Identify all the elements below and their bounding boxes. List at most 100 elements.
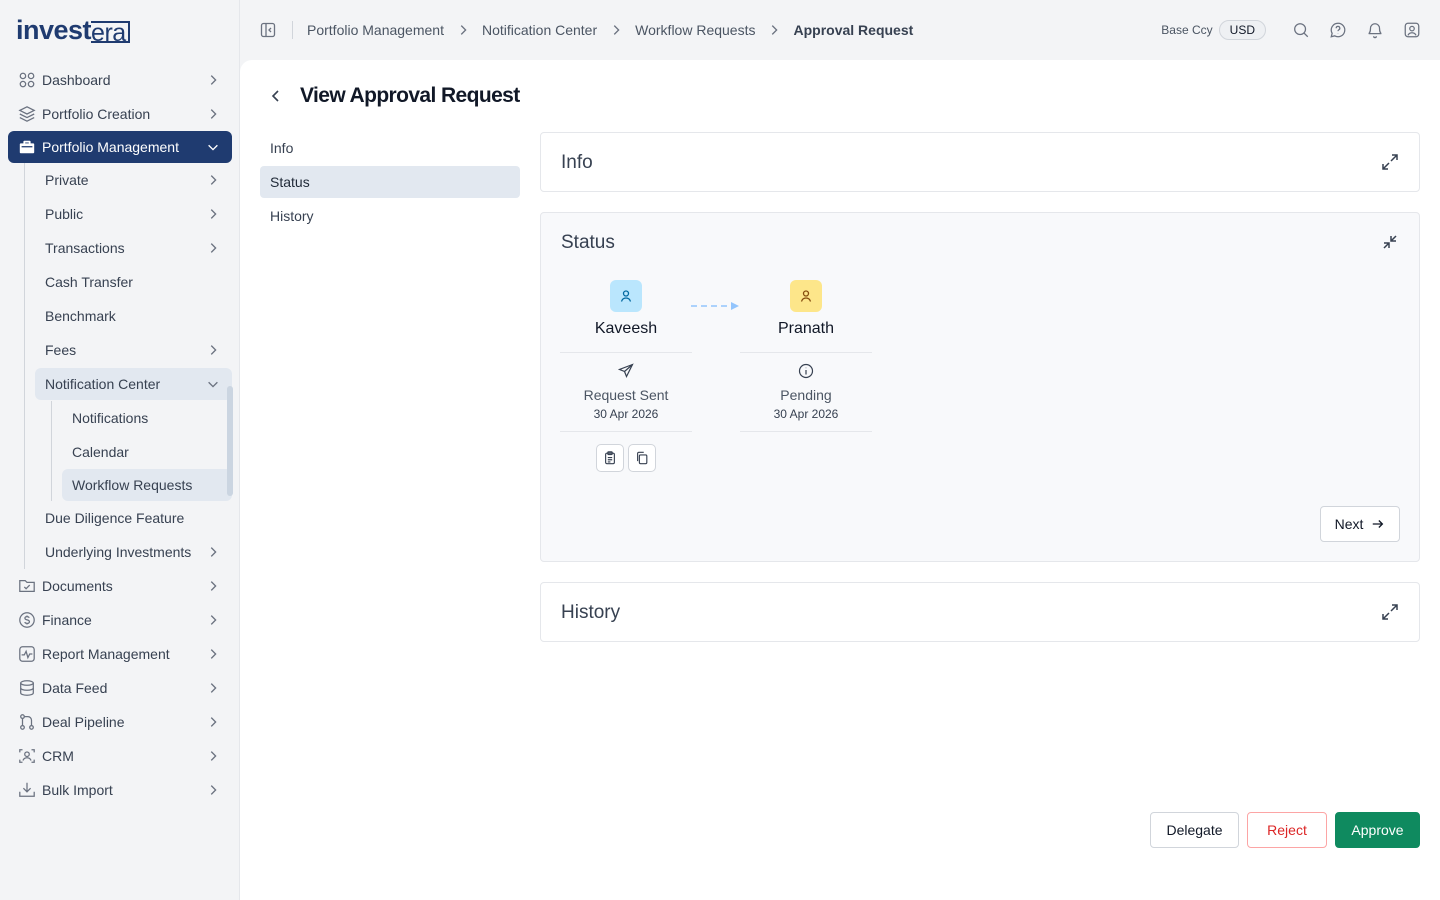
chevron-right-icon — [613, 25, 620, 35]
chevron-right-icon — [210, 785, 217, 795]
info-card: Info — [540, 132, 1420, 192]
breadcrumb-approval-request: Approval Request — [793, 22, 914, 38]
avatar — [790, 280, 822, 312]
sidebar-item-deal-pipeline[interactable]: Deal Pipeline — [8, 705, 232, 739]
approver-name: Kaveesh — [594, 320, 658, 337]
chevron-right-icon — [210, 683, 217, 693]
layers-icon — [18, 106, 36, 122]
expand-icon[interactable] — [1381, 603, 1399, 621]
breadcrumb-notification-center[interactable]: Notification Center — [482, 22, 597, 38]
investera-logo[interactable]: invest era — [16, 14, 130, 46]
breadcrumb-workflow-requests[interactable]: Workflow Requests — [635, 22, 755, 38]
sidebar-item-label: Dashboard — [42, 72, 111, 88]
chevron-right-icon — [210, 109, 217, 119]
section-tabs: Info Status History — [260, 132, 520, 234]
sidebar-item-workflow-requests[interactable]: Workflow Requests — [62, 469, 232, 501]
sidebar-item-fees[interactable]: Fees — [35, 333, 232, 367]
chevron-right-icon — [460, 25, 467, 35]
sidebar-item-report-management[interactable]: Report Management — [8, 637, 232, 671]
database-icon — [20, 680, 34, 696]
sidebar-item-bulk-import[interactable]: Bulk Import — [8, 773, 232, 807]
user-account-icon[interactable] — [1403, 21, 1421, 39]
next-button[interactable]: Next — [1320, 506, 1400, 542]
sidebar-item-dashboard[interactable]: Dashboard — [8, 63, 232, 97]
arrow-right-icon — [1373, 520, 1384, 528]
chevron-right-icon — [210, 717, 217, 727]
briefcase-icon — [19, 140, 35, 154]
bell-icon[interactable] — [1366, 21, 1384, 39]
divider — [560, 352, 692, 353]
back-arrow-icon[interactable] — [268, 88, 284, 104]
sidebar-item-benchmark[interactable]: Benchmark — [35, 299, 232, 333]
info-card-title: Info — [561, 152, 593, 173]
sidebar-item-underlying-investments[interactable]: Underlying Investments — [35, 535, 232, 569]
approve-button[interactable]: Approve — [1335, 812, 1420, 848]
history-card-title: History — [561, 602, 621, 623]
sidebar-item-label: Cash Transfer — [45, 274, 133, 290]
page-title: View Approval Request — [300, 84, 520, 107]
tab-history[interactable]: History — [260, 200, 520, 232]
chevron-right-icon — [210, 209, 217, 219]
clipboard-icon — [605, 451, 615, 465]
reject-button[interactable]: Reject — [1247, 812, 1327, 848]
sidebar-toggle-icon[interactable] — [260, 22, 276, 38]
sidebar-item-documents[interactable]: Documents — [8, 569, 232, 603]
step-status: Request Sent — [583, 387, 669, 403]
search-icon[interactable] — [1292, 21, 1310, 39]
sidebar-item-finance[interactable]: Finance — [8, 603, 232, 637]
sidebar-item-label: Due Diligence Feature — [45, 510, 185, 526]
collapse-icon[interactable] — [1381, 233, 1399, 251]
approval-step-pranath: Pranath Pending 30 Apr 2026 — [740, 280, 872, 432]
sidebar-item-portfolio-management[interactable]: Portfolio Management — [8, 131, 232, 163]
portfolio-management-submenu: Private Public Transactions Cash Transfe… — [24, 163, 232, 569]
divider — [740, 431, 872, 432]
base-currency-selector[interactable]: USD — [1218, 20, 1266, 40]
chevron-down-icon — [208, 144, 218, 151]
expand-icon[interactable] — [1381, 153, 1399, 171]
chat-help-icon[interactable] — [1329, 21, 1347, 39]
chevron-down-icon — [208, 381, 218, 388]
divider — [292, 21, 293, 39]
sidebar-item-label: Documents — [42, 578, 113, 594]
sidebar-item-label: Finance — [42, 612, 92, 628]
breadcrumb-portfolio-management[interactable]: Portfolio Management — [307, 22, 444, 38]
sidebar-scrollbar[interactable] — [227, 386, 233, 496]
sidebar-item-label: Public — [45, 206, 84, 222]
sidebar-item-label: Fees — [45, 342, 77, 358]
sidebar-item-notification-center[interactable]: Notification Center — [35, 368, 232, 400]
sidebar: invest era Dashboard Portfolio Creation P… — [0, 0, 240, 900]
view-comments-button[interactable] — [596, 444, 624, 472]
notification-center-submenu: Notifications Calendar Workflow Requests — [51, 401, 232, 501]
sidebar-item-notifications[interactable]: Notifications — [62, 401, 232, 435]
sidebar-item-data-feed[interactable]: Data Feed — [8, 671, 232, 705]
sidebar-item-label: Benchmark — [45, 308, 116, 324]
delegate-button[interactable]: Delegate — [1150, 812, 1239, 848]
tab-info[interactable]: Info — [260, 132, 520, 164]
chevron-right-icon — [210, 649, 217, 659]
base-currency-label: Base Ccy — [1161, 23, 1213, 37]
chevron-right-icon — [772, 25, 779, 35]
sidebar-item-due-diligence[interactable]: Due Diligence Feature — [35, 501, 232, 535]
breadcrumb: Portfolio Management Notification Center… — [307, 22, 913, 38]
chevron-right-icon — [210, 547, 217, 557]
sidebar-item-private[interactable]: Private — [35, 163, 232, 197]
sidebar-item-label: Notifications — [72, 410, 149, 426]
top-right-controls: Base Ccy USD — [1161, 0, 1440, 60]
sidebar-nav: Dashboard Portfolio Creation Portfolio M… — [8, 63, 232, 807]
divider — [740, 352, 872, 353]
git-branch-icon — [20, 714, 34, 730]
chevron-right-icon — [210, 581, 217, 591]
sidebar-item-transactions[interactable]: Transactions — [35, 231, 232, 265]
sidebar-item-public[interactable]: Public — [35, 197, 232, 231]
sidebar-item-portfolio-creation[interactable]: Portfolio Creation — [8, 97, 232, 131]
tab-status[interactable]: Status — [260, 166, 520, 198]
logo-text: invest — [16, 15, 92, 45]
copy-button[interactable] — [628, 444, 656, 472]
avatar — [610, 280, 642, 312]
sidebar-item-label: CRM — [42, 748, 74, 764]
sidebar-item-crm[interactable]: CRM — [8, 739, 232, 773]
sidebar-item-cash-transfer[interactable]: Cash Transfer — [35, 265, 232, 299]
sidebar-item-label: Portfolio Creation — [42, 106, 151, 122]
sidebar-item-calendar[interactable]: Calendar — [62, 435, 232, 469]
sidebar-item-label: Data Feed — [42, 680, 108, 696]
